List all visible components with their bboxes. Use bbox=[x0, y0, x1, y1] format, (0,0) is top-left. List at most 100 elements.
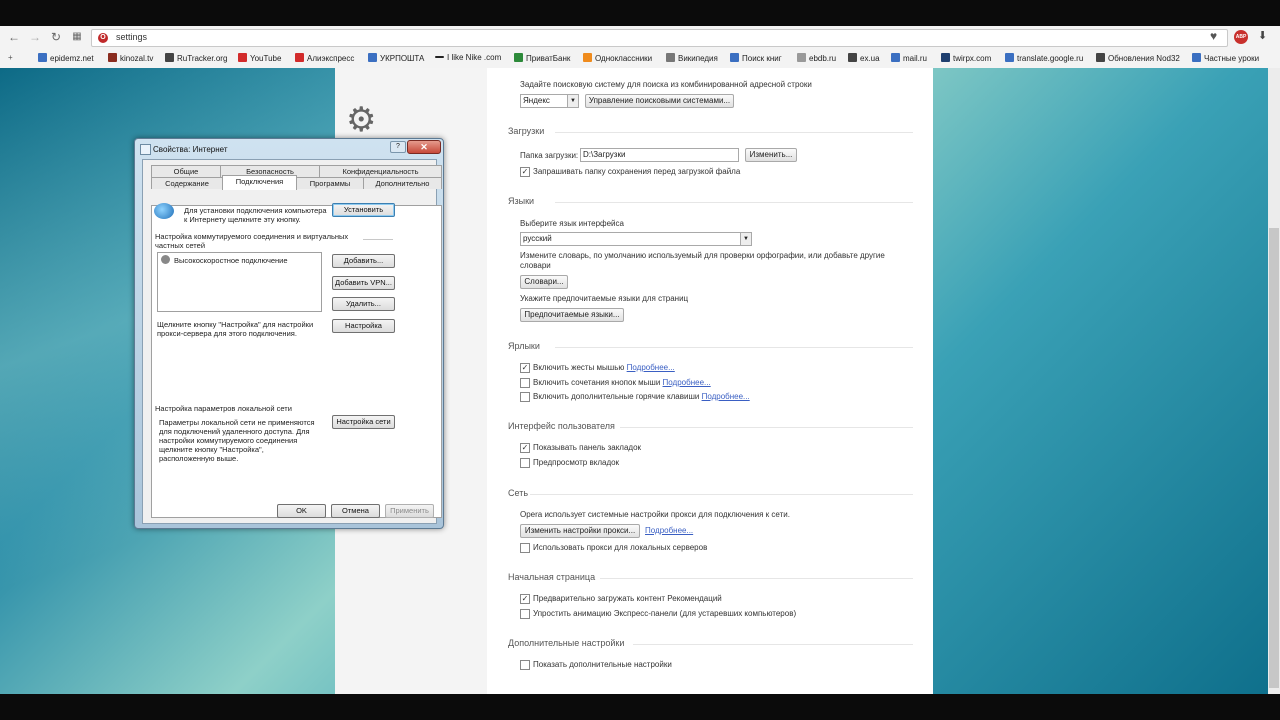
bookmark-favicon-icon bbox=[1192, 53, 1201, 62]
adblock-icon[interactable]: ABP bbox=[1234, 30, 1248, 44]
help-button[interactable]: ? bbox=[390, 141, 406, 153]
mouse-gestures-checkbox[interactable]: ✓ bbox=[520, 363, 530, 373]
close-button[interactable]: ✕ bbox=[407, 140, 441, 154]
ask-folder-checkbox[interactable]: ✓ bbox=[520, 167, 530, 177]
more-link[interactable]: Подробнее... bbox=[627, 363, 675, 372]
bookmark-item[interactable]: kinozal.tv bbox=[108, 53, 153, 63]
bookmark-favicon-icon bbox=[891, 53, 900, 62]
bookmark-favicon-icon bbox=[368, 53, 377, 62]
section-user-interface: Интерфейс пользователя bbox=[508, 421, 615, 431]
language-select[interactable]: русский ▼ bbox=[520, 232, 752, 246]
scrollbar-thumb[interactable] bbox=[1269, 228, 1279, 688]
speed-dial-grid-icon[interactable]: ▦ bbox=[69, 29, 85, 45]
section-languages: Языки bbox=[508, 196, 535, 206]
more-link[interactable]: Подробнее... bbox=[702, 392, 750, 401]
manage-search-button[interactable]: Управление поисковыми системами... bbox=[585, 94, 734, 108]
setup-text: Для установки подключения компьютера к И… bbox=[184, 206, 327, 224]
chevron-down-icon: ▼ bbox=[567, 95, 578, 107]
section-divider bbox=[620, 427, 913, 428]
bookmark-item[interactable]: mail.ru bbox=[891, 53, 927, 63]
preload-checkbox[interactable]: ✓ bbox=[520, 594, 530, 604]
globe-icon bbox=[154, 203, 174, 219]
change-folder-button[interactable]: Изменить... bbox=[745, 148, 797, 162]
change-proxy-button[interactable]: Изменить настройки прокси... bbox=[520, 524, 640, 538]
remove-button[interactable]: Удалить... bbox=[332, 297, 395, 311]
proxy-more-link[interactable]: Подробнее... bbox=[645, 526, 693, 535]
section-divider bbox=[600, 578, 913, 579]
settings-button[interactable]: Настройка bbox=[332, 319, 395, 333]
section-divider bbox=[530, 494, 913, 495]
add-bookmark-icon[interactable]: + bbox=[8, 53, 13, 62]
cancel-button[interactable]: Отмена bbox=[331, 504, 380, 518]
rocker-gestures-label: Включить сочетания кнопок мыши Подробнее… bbox=[533, 378, 711, 387]
bookmark-favicon-icon bbox=[165, 53, 174, 62]
bookmark-item[interactable]: I like Nike .com bbox=[435, 53, 501, 62]
bookmark-item[interactable]: epidemz.net bbox=[38, 53, 94, 63]
tab-general[interactable]: Общие bbox=[151, 165, 221, 177]
preload-label: Предварительно загружать контент Рекомен… bbox=[533, 594, 722, 603]
more-link[interactable]: Подробнее... bbox=[663, 378, 711, 387]
bookmarks-bar: + epidemz.net kinozal.tv RuTracker.org Y… bbox=[0, 49, 1280, 69]
address-bar[interactable]: O settings bbox=[91, 29, 1228, 47]
bookmark-item[interactable]: Обновления Nod32 bbox=[1096, 53, 1180, 63]
connection-icon bbox=[161, 255, 170, 264]
bookmark-item[interactable]: Одноклассники bbox=[583, 53, 652, 63]
simplify-animation-checkbox[interactable] bbox=[520, 609, 530, 619]
bookmark-item[interactable]: ПриватБанк bbox=[514, 53, 570, 63]
bookmark-favicon-icon bbox=[435, 56, 444, 58]
dictionary-hint: Измените словарь, по умолчанию используе… bbox=[520, 251, 885, 270]
section-advanced: Дополнительные настройки bbox=[508, 638, 625, 648]
show-advanced-label: Показать дополнительные настройки bbox=[533, 660, 672, 669]
bookmark-item[interactable]: Поиск книг bbox=[730, 53, 782, 63]
apply-button[interactable]: Применить bbox=[385, 504, 434, 518]
bookmark-favicon-icon bbox=[583, 53, 592, 62]
bookmark-item[interactable]: Частные уроки bbox=[1192, 53, 1259, 63]
bookmark-item[interactable]: YouTube bbox=[238, 53, 281, 63]
bookmark-item[interactable]: RuTracker.org bbox=[165, 53, 227, 63]
tab-preview-checkbox[interactable] bbox=[520, 458, 530, 468]
lan-settings-button[interactable]: Настройка сети bbox=[332, 415, 395, 429]
section-divider bbox=[555, 132, 913, 133]
search-engine-select[interactable]: Яндекс ▼ bbox=[520, 94, 579, 108]
bookmark-favicon-icon bbox=[295, 53, 304, 62]
forward-icon[interactable]: → bbox=[27, 29, 43, 45]
show-bookmarks-bar-checkbox[interactable]: ✓ bbox=[520, 443, 530, 453]
bookmark-item[interactable]: ex.ua bbox=[848, 53, 880, 63]
download-folder-field[interactable]: D:\Загрузки bbox=[580, 148, 739, 162]
address-text: settings bbox=[116, 32, 148, 42]
preferred-languages-button[interactable]: Предпочитаемые языки... bbox=[520, 308, 624, 322]
bookmark-favicon-icon bbox=[941, 53, 950, 62]
download-folder-label: Папка загрузки: bbox=[520, 151, 579, 160]
hotkeys-checkbox[interactable] bbox=[520, 392, 530, 402]
bookmark-item[interactable]: ebdb.ru bbox=[797, 53, 836, 63]
tab-privacy[interactable]: Конфиденциальность bbox=[319, 165, 442, 177]
setup-button[interactable]: Установить bbox=[332, 203, 395, 217]
tab-preview-label: Предпросмотр вкладок bbox=[533, 458, 620, 467]
heart-icon[interactable]: ♥ bbox=[1210, 29, 1217, 43]
ok-button[interactable]: OK bbox=[277, 504, 326, 518]
dictionaries-button[interactable]: Словари... bbox=[520, 275, 568, 289]
add-button[interactable]: Добавить... bbox=[332, 254, 395, 268]
bookmark-item[interactable]: translate.google.ru bbox=[1005, 53, 1083, 63]
connection-item[interactable]: Высокоскоростное подключение bbox=[174, 256, 288, 265]
bookmark-item[interactable]: twirpx.com bbox=[941, 53, 991, 63]
tab-advanced[interactable]: Дополнительно bbox=[363, 177, 442, 189]
section-divider bbox=[633, 644, 913, 645]
bookmark-favicon-icon bbox=[38, 53, 47, 62]
tab-connections[interactable]: Подключения bbox=[222, 175, 297, 190]
show-advanced-checkbox[interactable] bbox=[520, 660, 530, 670]
rocker-gestures-checkbox[interactable] bbox=[520, 378, 530, 388]
connections-list[interactable]: Высокоскоростное подключение bbox=[157, 252, 322, 312]
dialog-title: Свойства: Интернет bbox=[153, 145, 228, 154]
download-icon[interactable]: ⬇ bbox=[1258, 29, 1267, 42]
back-icon[interactable]: ← bbox=[6, 29, 22, 45]
reload-icon[interactable]: ↻ bbox=[48, 29, 64, 45]
bookmark-item[interactable]: УКРПОШТА bbox=[368, 53, 424, 63]
tab-content[interactable]: Содержание bbox=[151, 177, 223, 189]
bookmark-item[interactable]: Википедия bbox=[666, 53, 718, 63]
add-vpn-button[interactable]: Добавить VPN... bbox=[332, 276, 395, 290]
browser-toolbar: ← → ↻ ▦ O settings ♥ ABP ⬇ bbox=[0, 26, 1280, 50]
local-proxy-checkbox[interactable] bbox=[520, 543, 530, 553]
bookmark-item[interactable]: Алиэкспресс bbox=[295, 53, 354, 63]
tab-programs[interactable]: Программы bbox=[296, 177, 364, 189]
